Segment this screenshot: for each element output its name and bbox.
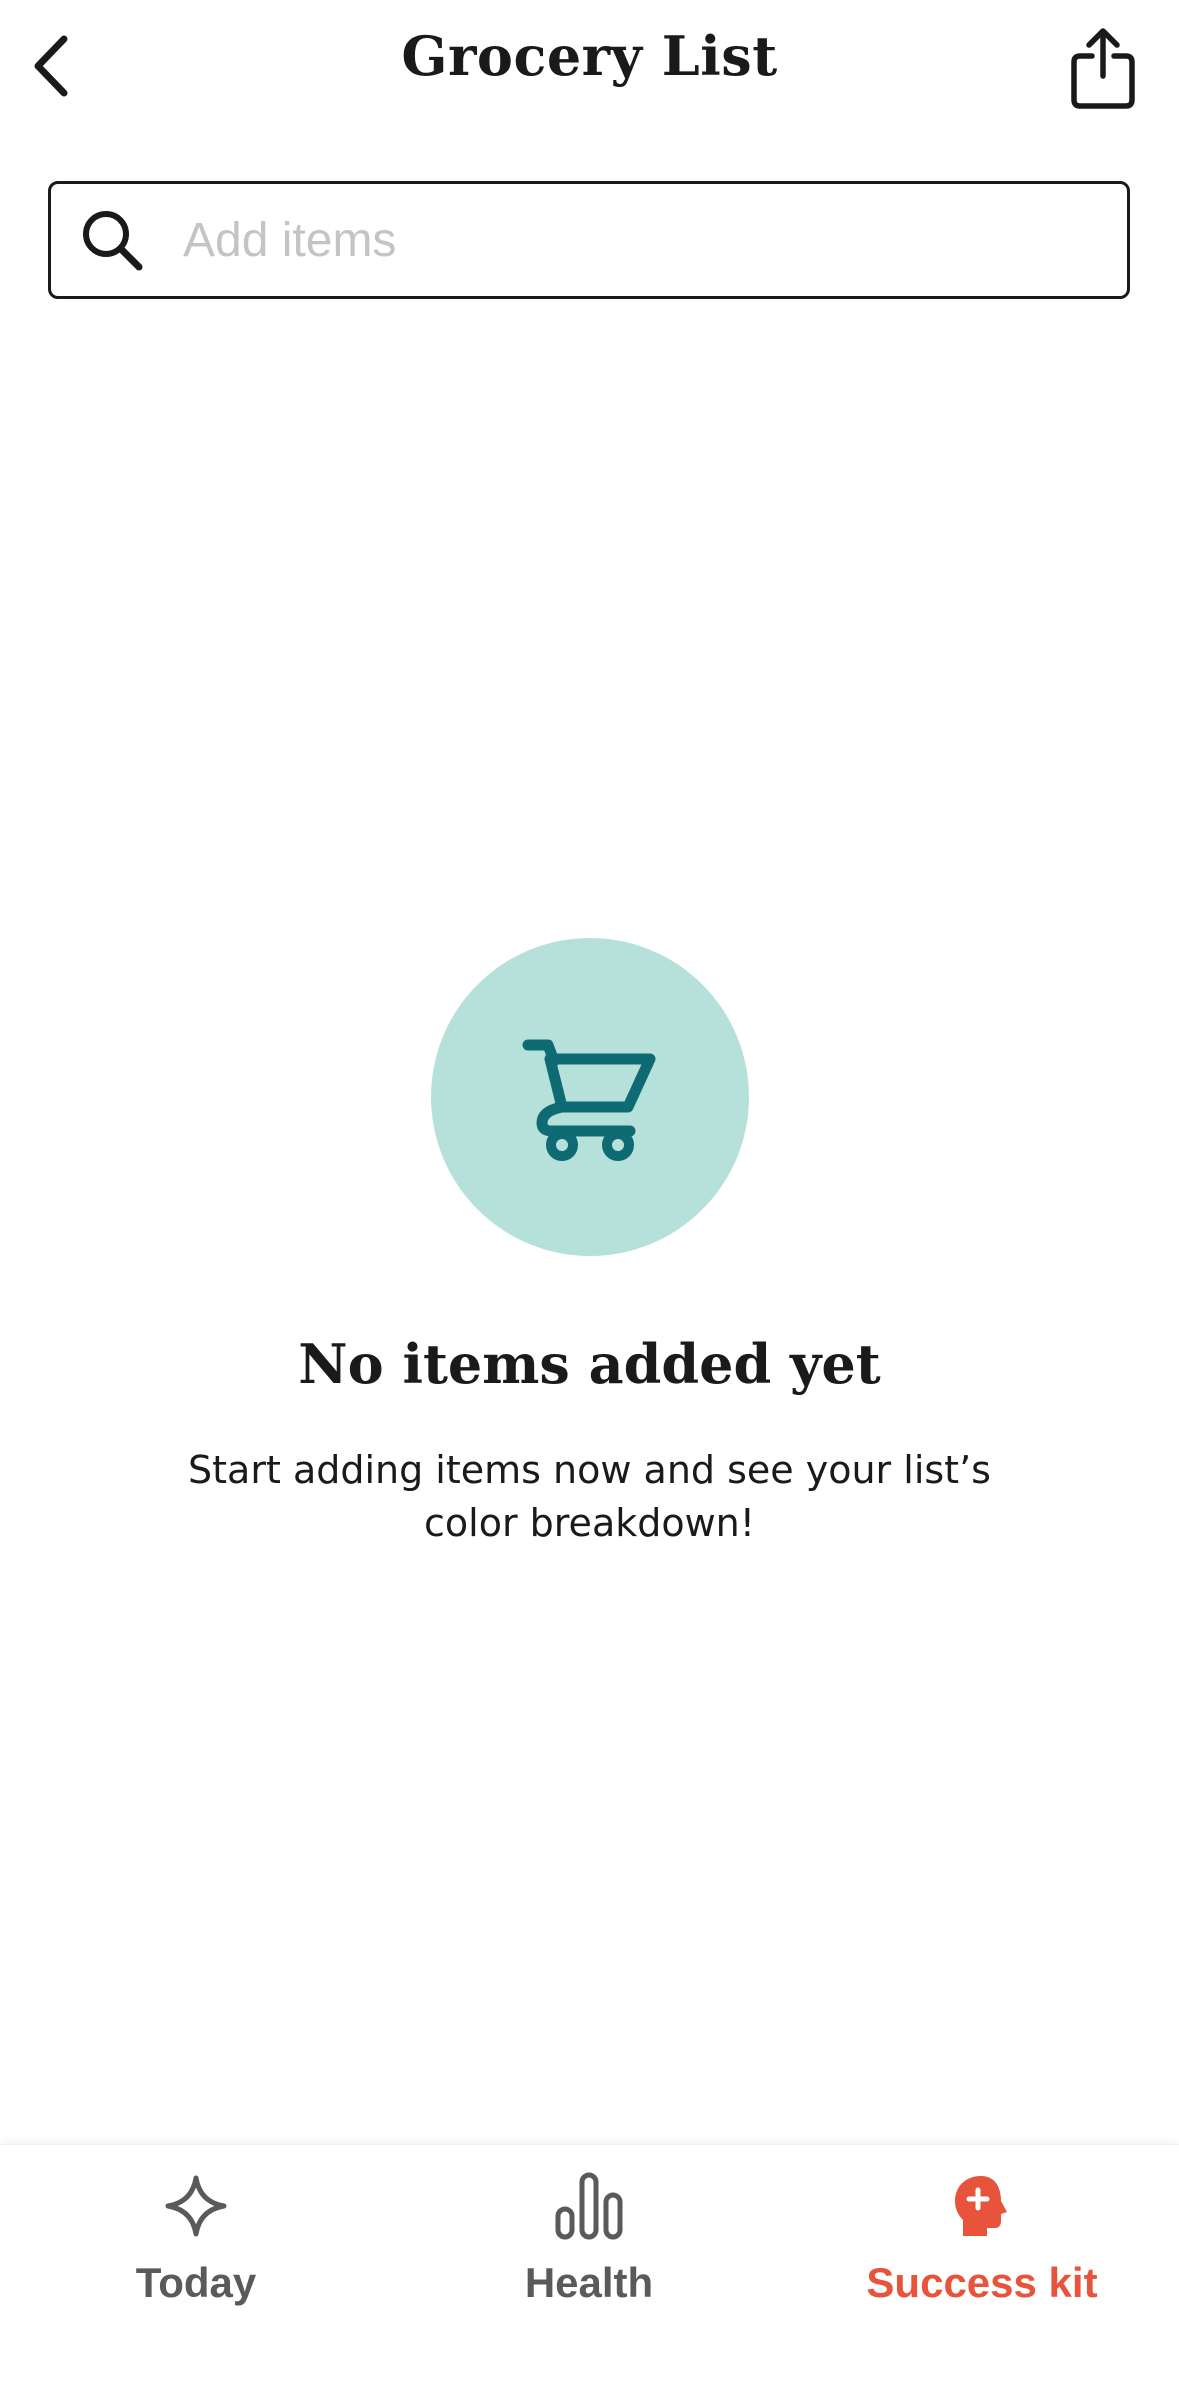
share-icon <box>1071 28 1135 109</box>
tab-success-kit-label: Success kit <box>866 2259 1098 2306</box>
empty-state: No items added yet Start adding items no… <box>0 938 1179 1550</box>
tab-health-label: Health <box>524 2259 654 2306</box>
search-icon <box>77 205 147 275</box>
add-items-input[interactable] <box>181 211 1127 269</box>
grocery-list-screen: Grocery List No <box>0 0 1179 2396</box>
tab-success-kit[interactable]: Success kit <box>812 2169 1152 2339</box>
tab-today[interactable]: Today <box>26 2169 366 2339</box>
cart-badge <box>430 938 749 1256</box>
empty-state-title: No items added yet <box>298 1332 881 1396</box>
tab-health[interactable]: Health <box>419 2169 759 2339</box>
bottom-tab-bar: Today Health Success kit <box>0 2144 1179 2396</box>
tab-today-label: Today <box>135 2259 257 2306</box>
empty-state-description: Start adding items now and see your list… <box>188 1448 991 1545</box>
bar-chart-icon <box>419 2169 759 2243</box>
page-title: Grocery List <box>401 24 778 88</box>
head-plus-icon <box>812 2169 1152 2243</box>
share-button[interactable] <box>1063 22 1143 114</box>
add-items-search-field[interactable] <box>48 181 1130 299</box>
sparkle-icon <box>26 2169 366 2243</box>
top-bar: Grocery List <box>0 0 1179 140</box>
shopping-cart-icon <box>522 1039 655 1161</box>
